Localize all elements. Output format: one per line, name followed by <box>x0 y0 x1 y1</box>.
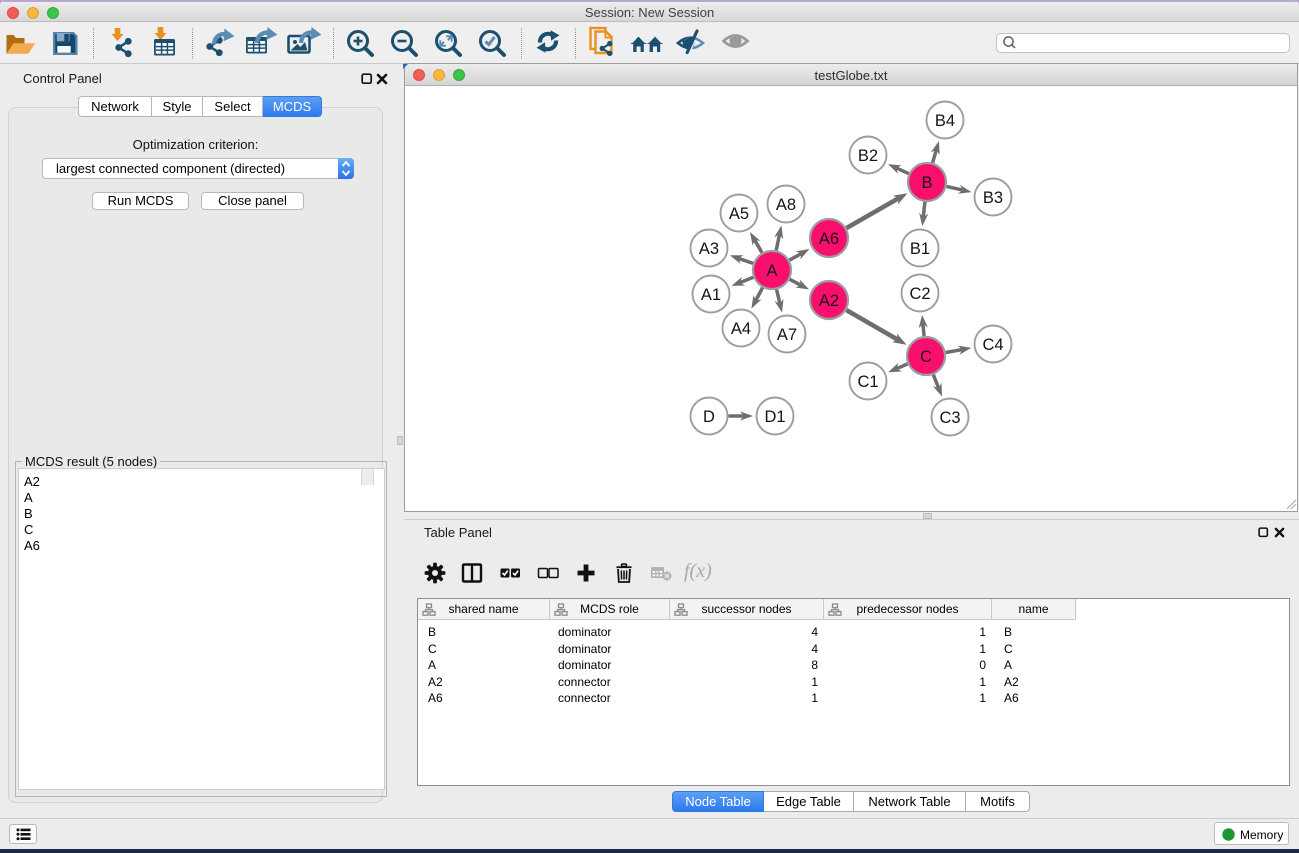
svg-text:B: B <box>921 174 932 192</box>
svg-text:C4: C4 <box>982 336 1003 354</box>
svg-text:A3: A3 <box>699 240 719 258</box>
svg-text:A5: A5 <box>729 205 749 223</box>
svg-text:B3: B3 <box>983 189 1003 207</box>
svg-text:C1: C1 <box>857 373 878 391</box>
svg-text:A4: A4 <box>731 320 751 338</box>
svg-text:B2: B2 <box>858 147 878 165</box>
svg-text:B1: B1 <box>910 240 930 258</box>
svg-text:A6: A6 <box>819 230 839 248</box>
svg-text:B4: B4 <box>935 112 955 130</box>
svg-text:C: C <box>920 348 932 366</box>
svg-text:A2: A2 <box>819 292 839 310</box>
svg-text:A8: A8 <box>776 196 796 214</box>
svg-text:A7: A7 <box>777 326 797 344</box>
svg-text:C2: C2 <box>909 285 930 303</box>
svg-text:A: A <box>766 262 777 280</box>
svg-text:A1: A1 <box>701 286 721 304</box>
svg-text:C3: C3 <box>939 409 960 427</box>
svg-text:D1: D1 <box>764 408 785 426</box>
svg-text:D: D <box>703 408 715 426</box>
